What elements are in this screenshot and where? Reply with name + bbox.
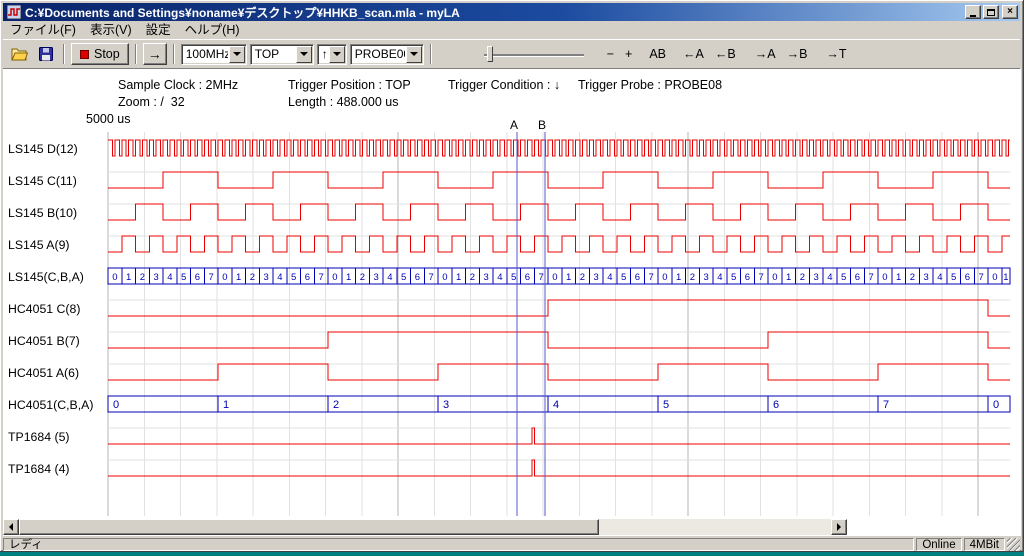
stop-icon — [80, 50, 89, 59]
maximize-button[interactable] — [983, 5, 999, 19]
toolbar-separator — [63, 44, 65, 64]
app-window: C:¥Documents and Settings¥noname¥デスクトップ¥… — [0, 0, 1024, 552]
arrow-right-icon — [837, 523, 841, 531]
slider-thumb[interactable] — [487, 46, 493, 62]
minimize-icon — [970, 15, 976, 17]
menubar: ファイル(F) 表示(V) 設定 ヘルプ(H) — [3, 21, 1020, 39]
clock-combobox[interactable]: 100MHz — [181, 44, 247, 65]
toolbar: Stop → 100MHz TOP ↑ PROBE00 − + AB ←A ←B — [3, 39, 1020, 69]
floppy-icon — [39, 47, 53, 61]
zoom-slider[interactable] — [484, 44, 584, 64]
zoom-out-button[interactable]: − — [603, 44, 618, 64]
scrollbar-thumb[interactable] — [19, 519, 599, 535]
open-button[interactable] — [8, 43, 31, 65]
save-button[interactable] — [34, 43, 57, 65]
waveform-client-area: Sample Clock : 2MHz Trigger Position : T… — [3, 69, 1021, 536]
trigger-position-arrow[interactable] — [296, 46, 312, 63]
arrow-left-icon — [9, 523, 13, 531]
close-button[interactable]: × — [1002, 5, 1018, 19]
probe-combobox[interactable]: PROBE00 — [350, 44, 424, 65]
trigger-position-combobox[interactable]: TOP — [250, 44, 314, 65]
trigger-condition-text: Trigger Condition : ↓ — [448, 78, 560, 92]
zoom-in-button[interactable]: + — [621, 44, 636, 64]
goto-a-left-button[interactable]: ←A — [679, 44, 708, 64]
titlebar[interactable]: C:¥Documents and Settings¥noname¥デスクトップ¥… — [3, 3, 1020, 21]
toolbar-separator — [135, 44, 137, 64]
stop-button[interactable]: Stop — [71, 43, 129, 65]
statusbar: レディ Online 4MBit — [3, 536, 1020, 551]
toolbar-separator — [430, 44, 432, 64]
goto-a-right-button[interactable]: →A — [751, 44, 780, 64]
scroll-right-button[interactable] — [831, 519, 847, 535]
goto-b-right-button[interactable]: →B — [783, 44, 812, 64]
goto-b-left-button[interactable]: ←B — [711, 44, 740, 64]
status-online-badge: Online — [916, 538, 961, 551]
app-icon — [7, 5, 21, 19]
probe-combobox-arrow[interactable] — [406, 46, 422, 63]
zoom-text: Zoom : / 32 — [118, 95, 185, 109]
goto-trigger-button[interactable]: →T — [822, 44, 850, 64]
trigger-edge-value: ↑ — [318, 47, 328, 61]
sample-clock-text: Sample Clock : 2MHz — [118, 78, 238, 92]
stop-label: Stop — [94, 47, 120, 61]
trigger-position-value: TOP — [251, 47, 295, 61]
trigger-position-text: Trigger Position : TOP — [288, 78, 411, 92]
length-text: Length : 488.000 us — [288, 95, 399, 109]
window-title: C:¥Documents and Settings¥noname¥デスクトップ¥… — [21, 4, 963, 21]
probe-combobox-value: PROBE00 — [351, 47, 405, 61]
slider-track — [484, 54, 584, 56]
trigger-probe-text: Trigger Probe : PROBE08 — [578, 78, 722, 92]
chevron-down-icon — [333, 52, 341, 56]
clock-combobox-arrow[interactable] — [229, 46, 245, 63]
status-message: レディ — [3, 538, 914, 551]
toolbar-separator — [173, 44, 175, 64]
minimize-button[interactable] — [965, 5, 981, 19]
resize-grip[interactable] — [1007, 538, 1020, 551]
scroll-left-button[interactable] — [3, 519, 19, 535]
trigger-edge-combobox[interactable]: ↑ — [317, 44, 347, 65]
chevron-down-icon — [233, 52, 241, 56]
open-folder-icon — [11, 47, 28, 61]
time-scale-text: 5000 us — [86, 112, 130, 126]
status-memory-badge: 4MBit — [964, 538, 1005, 551]
menu-file[interactable]: ファイル(F) — [3, 22, 83, 38]
ab-button[interactable]: AB — [645, 44, 670, 64]
chevron-down-icon — [410, 52, 418, 56]
clock-combobox-value: 100MHz — [182, 47, 228, 61]
menu-help[interactable]: ヘルプ(H) — [178, 22, 247, 38]
horizontal-scrollbar[interactable] — [3, 519, 847, 535]
trigger-edge-arrow[interactable] — [329, 46, 345, 63]
menu-settings[interactable]: 設定 — [139, 22, 178, 38]
maximize-icon — [987, 9, 995, 16]
menu-view[interactable]: 表示(V) — [83, 22, 139, 38]
chevron-down-icon — [300, 52, 308, 56]
run-button[interactable]: → — [143, 43, 167, 65]
